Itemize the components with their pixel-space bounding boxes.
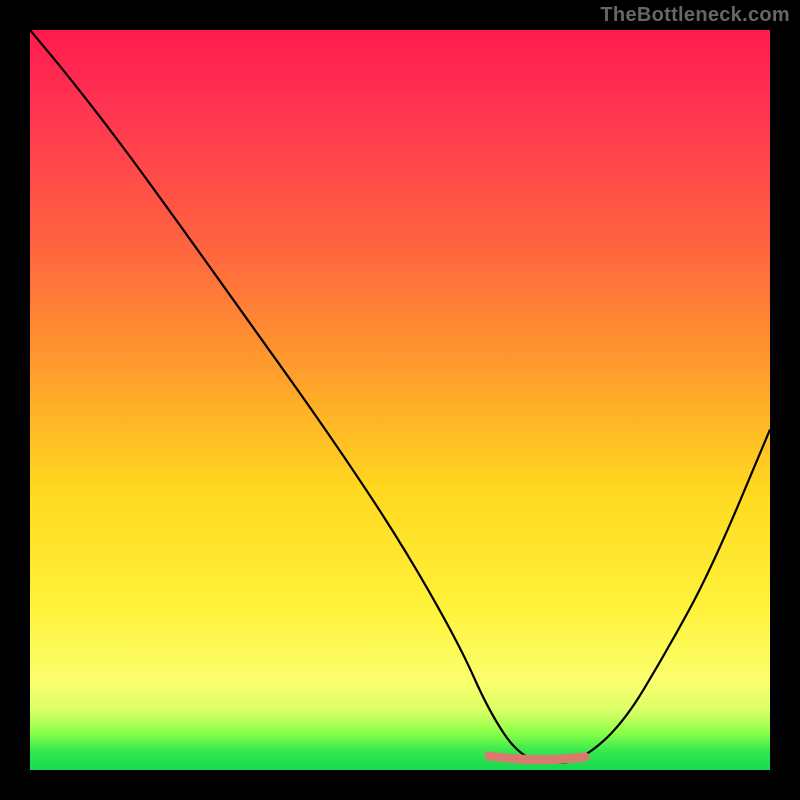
curve-layer bbox=[30, 30, 770, 770]
chart-frame: TheBottleneck.com bbox=[0, 0, 800, 800]
valley-marker bbox=[489, 756, 585, 760]
plot-area bbox=[30, 30, 770, 770]
watermark-text: TheBottleneck.com bbox=[600, 4, 790, 27]
bottleneck-curve bbox=[30, 30, 770, 763]
